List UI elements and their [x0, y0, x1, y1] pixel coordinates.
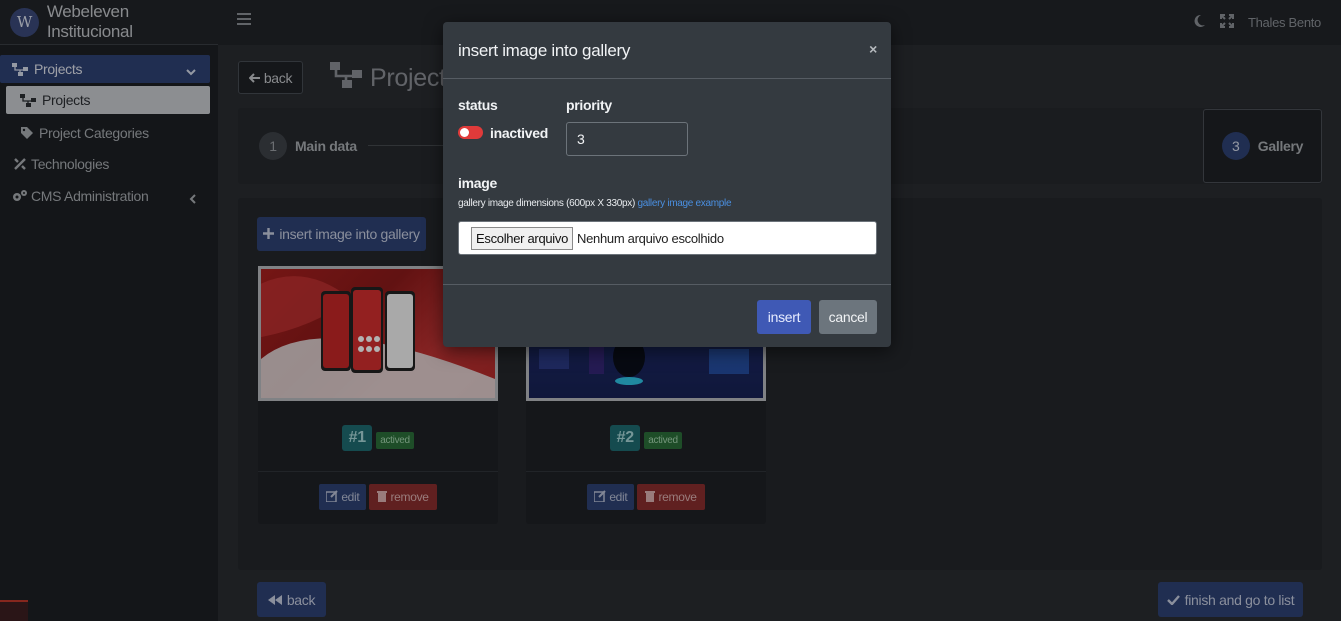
- modal-header: insert image into gallery ×: [443, 22, 891, 79]
- insert-image-modal: insert image into gallery × status inact…: [443, 22, 891, 347]
- choose-file-button[interactable]: Escolher arquivo: [471, 226, 574, 250]
- image-hint-text: gallery image dimensions (600px X 330px): [458, 198, 635, 209]
- status-label: status: [458, 97, 498, 113]
- cancel-button[interactable]: cancel: [819, 300, 877, 334]
- gallery-example-link[interactable]: gallery image example: [637, 198, 731, 209]
- priority-label: priority: [566, 97, 612, 113]
- file-input[interactable]: Escolher arquivo Nenhum arquivo escolhid…: [458, 221, 877, 255]
- insert-button[interactable]: insert: [757, 300, 811, 334]
- close-icon[interactable]: ×: [869, 41, 877, 57]
- status-value: inactived: [490, 125, 548, 141]
- image-hint: gallery image dimensions (600px X 330px)…: [458, 198, 732, 209]
- file-status: Nenhum arquivo escolhido: [577, 230, 724, 246]
- priority-input[interactable]: [566, 122, 688, 156]
- modal-title: insert image into gallery: [458, 41, 631, 60]
- status-toggle[interactable]: [458, 126, 483, 139]
- image-label: image: [458, 175, 497, 191]
